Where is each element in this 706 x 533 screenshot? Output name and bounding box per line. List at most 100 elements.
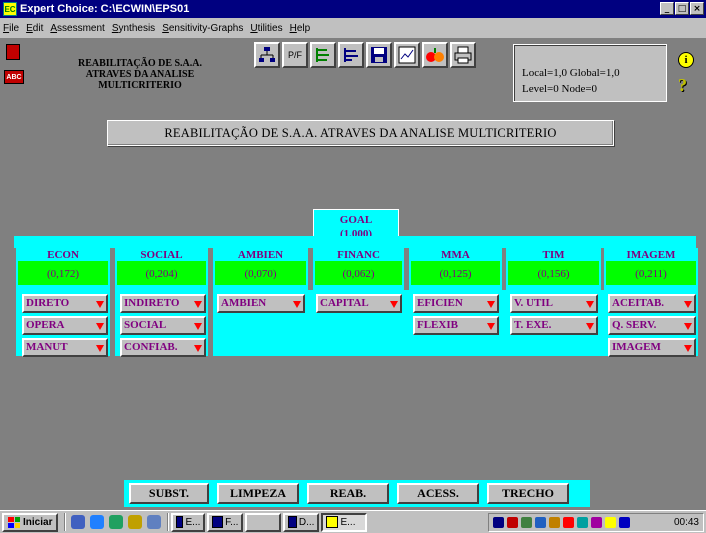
menu-bar: File Edit Assessment Synthesis Sensitivi… [0,18,706,38]
windows-logo-icon [8,516,20,528]
criterion-tim[interactable]: TIM (0,156) [506,248,601,290]
subcriterion-aceitab[interactable]: ACEITAB. [608,294,696,313]
subcriterion-label: MANUT [26,341,68,353]
tray-icon[interactable] [605,517,616,528]
start-button[interactable]: Iniciar [2,512,59,532]
subcriterion-label: INDIRETO [124,297,180,309]
fruits-icon [426,48,444,62]
quicklaunch-channels-icon[interactable] [128,515,143,529]
criterion-ambien[interactable]: AMBIEN (0,070) [213,248,308,290]
task-button-3[interactable] [245,512,282,532]
task-button-expert-choice[interactable]: E... [321,512,368,532]
subcriterion-manut[interactable]: MANUT [22,338,108,357]
criterion-financ[interactable]: FINANC (0,062) [313,248,404,290]
menu-synthesis[interactable]: Synthesis [109,23,159,34]
red-down-arrow-icon [487,301,495,308]
criterion-value: (0,204) [117,261,206,285]
red-down-arrow-icon [586,301,594,308]
red-down-arrow-icon [194,345,202,352]
subcriterion-flexib[interactable]: FLEXIB [413,316,499,335]
print-button[interactable] [450,42,476,68]
subcriterion-t-exe[interactable]: T. EXE. [510,316,598,335]
quicklaunch-desktop-icon[interactable] [147,515,162,529]
alternative-acess[interactable]: ACESS. [397,483,479,504]
red-down-arrow-icon [96,345,104,352]
printer-icon [454,46,472,64]
criterion-value: (0,062) [315,261,402,285]
criterion-imagem[interactable]: IMAGEM (0,211) [604,248,698,290]
menu-edit[interactable]: Edit [23,23,47,34]
book-icon[interactable] [6,44,20,60]
tray-icon[interactable] [493,517,504,528]
quicklaunch-browser-icon[interactable] [90,515,105,529]
alternative-trecho[interactable]: TRECHO [487,483,569,504]
subcriterion-capital[interactable]: CAPITAL [316,294,402,313]
criterion-econ[interactable]: ECON (0,172) [16,248,110,290]
tree-left-button[interactable] [310,42,336,68]
subcriterion-eficien[interactable]: EFICIEN [413,294,499,313]
subcriterion-label: AMBIEN [221,297,267,309]
app-icon [212,516,224,528]
criterion-mma[interactable]: MMA (0,125) [409,248,502,290]
menu-file[interactable]: File [0,23,23,34]
subcriterion-q-serv[interactable]: Q. SERV. [608,316,696,335]
help-icon[interactable]: ? [678,76,694,94]
menu-assessment[interactable]: Assessment [47,23,108,34]
subcriterion-confiab[interactable]: CONFIAB. [120,338,206,357]
hierarchy-button[interactable] [254,42,280,68]
tree-right-button[interactable] [338,42,364,68]
subcriterion-v-util[interactable]: V. UTIL [510,294,598,313]
red-down-arrow-icon [684,345,692,352]
tray-icon[interactable] [563,517,574,528]
pf-button[interactable]: P/F [282,42,308,68]
red-down-arrow-icon [194,323,202,330]
tray-icon[interactable] [619,517,630,528]
graph-button[interactable] [394,42,420,68]
red-down-arrow-icon [96,323,104,330]
hierarchy-connector [14,236,696,248]
maximize-button[interactable]: □ [675,2,689,15]
task-button-4[interactable]: D... [283,512,320,532]
tray-icon[interactable] [591,517,602,528]
title-bar: EC Expert Choice: C:\ECWIN\EPS01 _ □ × [0,0,706,18]
save-button[interactable] [366,42,392,68]
criterion-social[interactable]: SOCIAL (0,204) [115,248,208,290]
tray-icon[interactable] [507,517,518,528]
task-button-2[interactable]: F... [207,512,244,532]
subcriterion-direto[interactable]: DIRETO [22,294,108,313]
task-button-1[interactable]: E... [171,512,206,532]
menu-help[interactable]: Help [287,23,315,34]
fruits-button[interactable] [422,42,448,68]
tray-icon[interactable] [521,517,532,528]
menu-utilities[interactable]: Utilities [247,23,286,34]
subcriterion-label: IMAGEM [612,341,661,353]
task-label: F... [225,516,239,528]
menu-sensitivity-graphs[interactable]: Sensitivity-Graphs [159,23,247,34]
clock: 00:43 [673,517,699,528]
subcriterion-imagem[interactable]: IMAGEM [608,338,696,357]
tray-icon[interactable] [577,517,588,528]
subcriterion-label: ACEITAB. [612,297,665,309]
info-icon[interactable]: i [678,52,694,68]
task-label: E... [185,516,201,528]
red-down-arrow-icon [684,323,692,330]
close-button[interactable]: × [690,2,704,15]
subcriterion-ambien[interactable]: AMBIEN [217,294,305,313]
tray-icon[interactable] [535,517,546,528]
quicklaunch-outlook-icon[interactable] [109,515,124,529]
alternative-limpeza[interactable]: LIMPEZA [217,483,299,504]
quicklaunch-ie-icon[interactable] [71,515,86,529]
red-down-arrow-icon [684,301,692,308]
red-down-arrow-icon [586,323,594,330]
red-down-arrow-icon [194,301,202,308]
criterion-value: (0,172) [18,261,108,285]
minimize-button[interactable]: _ [660,2,674,15]
abc-spell-icon[interactable]: ABC [4,70,24,84]
alternative-reab[interactable]: REAB. [307,483,389,504]
task-label: D... [298,516,315,528]
subcriterion-indireto[interactable]: INDIRETO [120,294,206,313]
alternative-subst[interactable]: SUBST. [129,483,209,504]
subcriterion-social[interactable]: SOCIAL [120,316,206,335]
tray-icon[interactable] [549,517,560,528]
subcriterion-opera[interactable]: OPERA [22,316,108,335]
